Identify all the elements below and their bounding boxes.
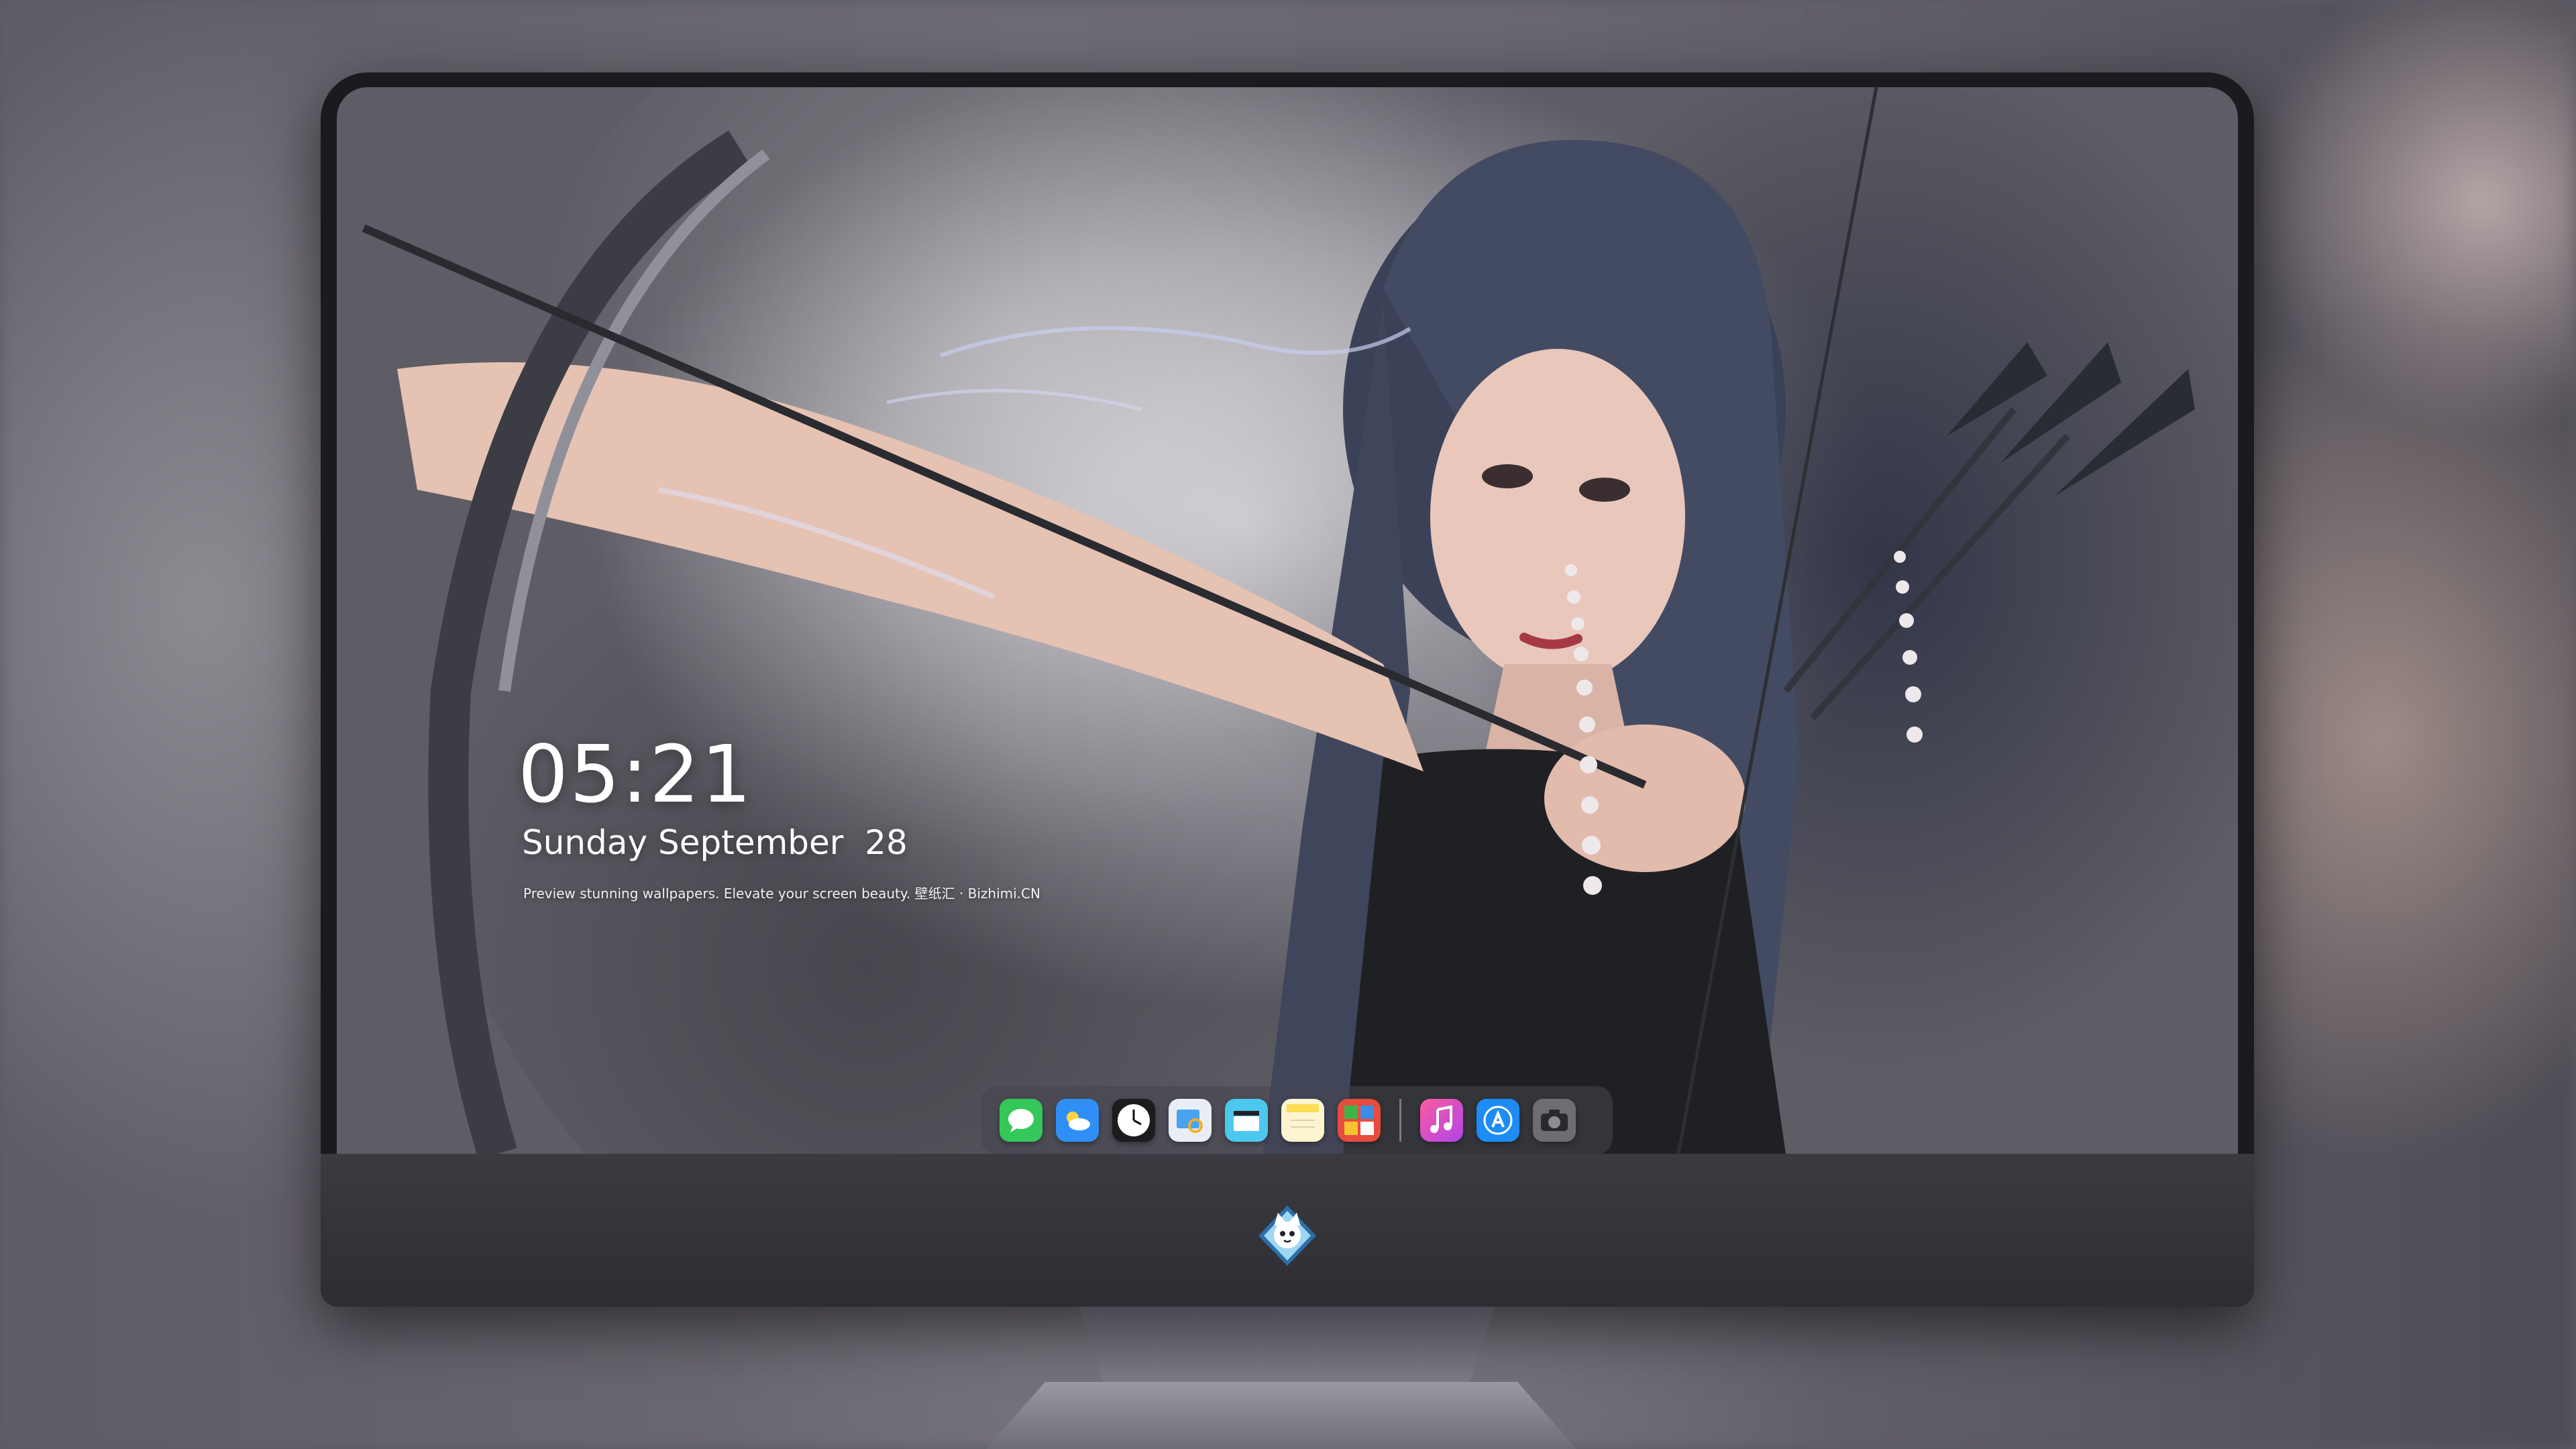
dock — [981, 1086, 1613, 1154]
music-icon[interactable] — [1420, 1099, 1463, 1142]
notes-icon[interactable] — [1281, 1099, 1324, 1142]
preview-icon[interactable] — [1169, 1099, 1212, 1142]
wallpaper-caption: Preview stunning wallpapers. Elevate you… — [523, 885, 1040, 902]
monitor: 05:21 Sunday September 28 Preview stunni… — [321, 72, 2254, 1307]
app-store-icon[interactable] — [1477, 1099, 1519, 1142]
clips-icon[interactable] — [1225, 1099, 1268, 1142]
lock-screen-time: 05:21 — [518, 728, 753, 820]
screen: 05:21 Sunday September 28 Preview stunni… — [337, 87, 2238, 1154]
weather-icon[interactable] — [1056, 1099, 1099, 1142]
cat-mascot-logo-icon — [1258, 1205, 1316, 1266]
photo-booth-icon[interactable] — [1338, 1099, 1381, 1142]
wallpaper-artwork — [362, 87, 2195, 1154]
camera-icon[interactable] — [1533, 1099, 1576, 1142]
messages-icon[interactable] — [1000, 1099, 1042, 1142]
monitor-stand-base — [986, 1382, 1576, 1449]
dock-separator — [1399, 1099, 1401, 1142]
lock-screen-date: Sunday September 28 — [522, 823, 908, 862]
clock-icon[interactable] — [1112, 1099, 1155, 1142]
